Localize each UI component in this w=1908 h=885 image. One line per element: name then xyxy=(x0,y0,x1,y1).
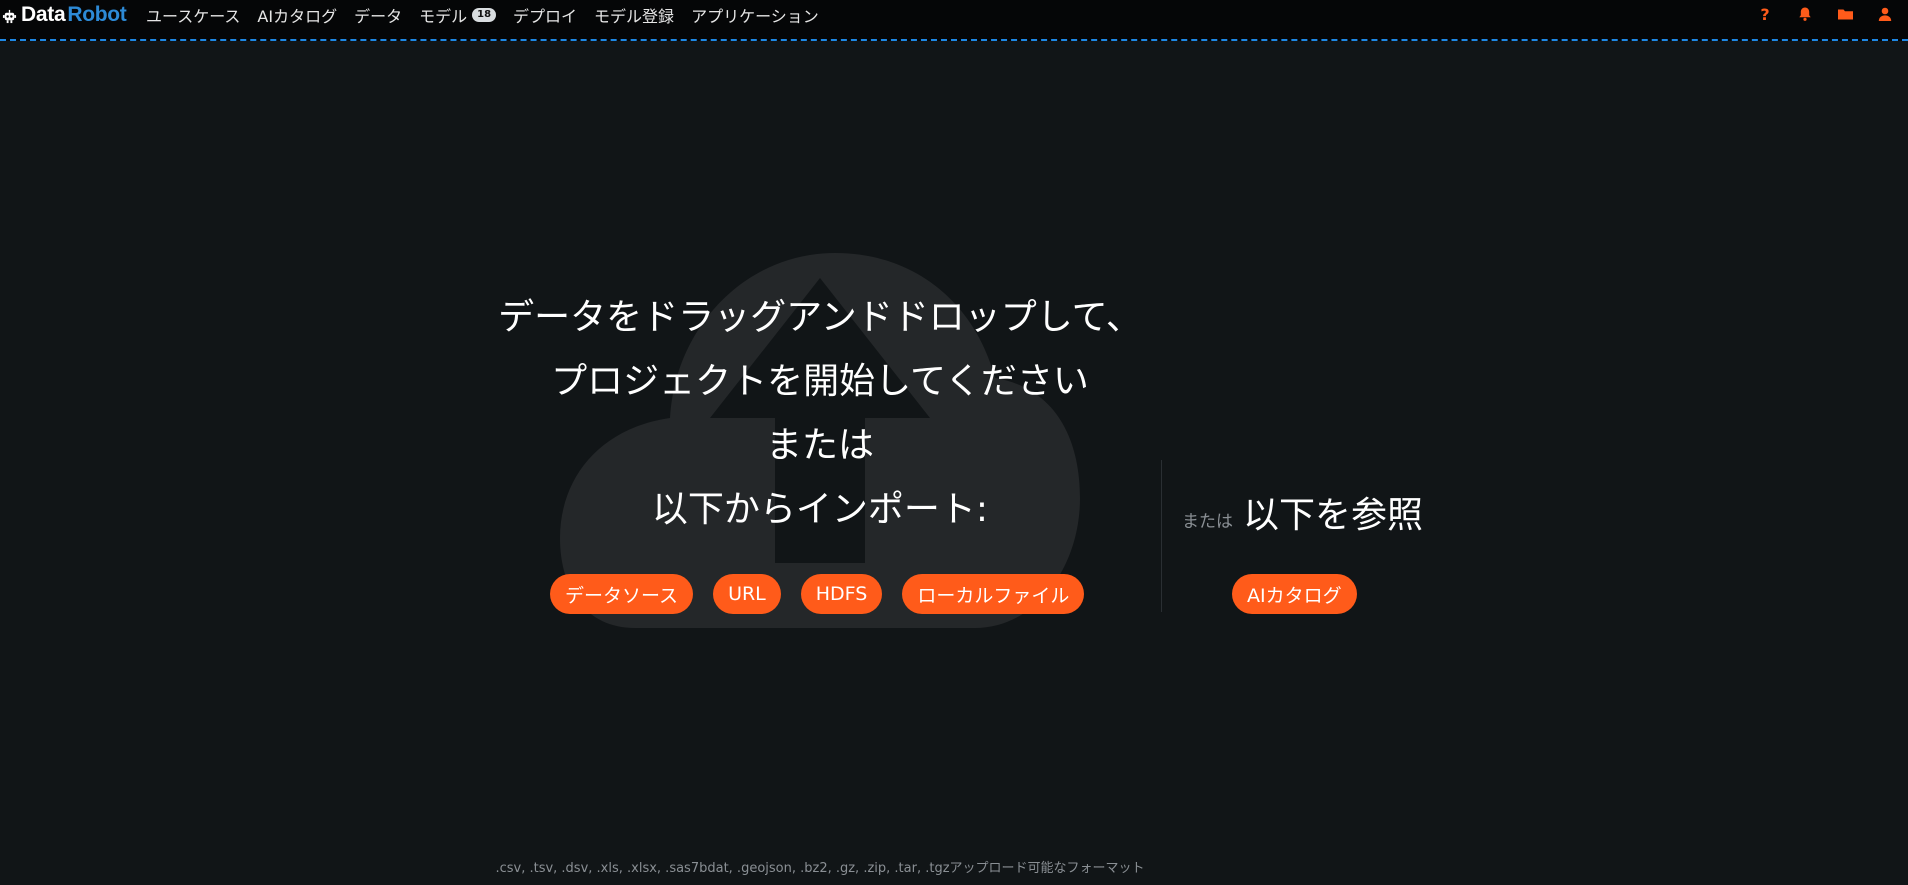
supported-formats-text: .csv, .tsv, .dsv, .xls, .xlsx, .sas7bdat… xyxy=(495,861,1145,876)
nav-label: モデル xyxy=(419,7,468,26)
nav-item-model-registry[interactable]: モデル登録 xyxy=(594,3,674,27)
bell-icon[interactable] xyxy=(1796,5,1814,23)
nav-label: デプロイ xyxy=(513,7,578,26)
url-button[interactable]: URL xyxy=(713,574,781,614)
drop-title-line: プロジェクトを開始してください xyxy=(551,361,1089,402)
models-count-badge: 18 xyxy=(472,8,497,22)
nav-item-applications[interactable]: アプリケーション xyxy=(691,3,819,27)
nav-item-use-cases[interactable]: ユースケース xyxy=(146,3,240,27)
hdfs-button[interactable]: HDFS xyxy=(800,574,883,614)
help-icon[interactable]: ? xyxy=(1756,5,1774,23)
import-from-label: 以下からインポート: xyxy=(651,489,989,530)
section-divider xyxy=(1161,460,1162,612)
nav-item-data[interactable]: データ xyxy=(354,3,402,27)
local-file-button[interactable]: ローカルファイル xyxy=(902,574,1085,614)
robot-icon xyxy=(2,9,17,23)
nav-label: AIカタログ xyxy=(257,7,338,26)
browse-heading: または 以下を参照 xyxy=(1182,486,1423,538)
header-icons: ? xyxy=(1756,5,1894,23)
datarobot-logo[interactable]: Data Robot xyxy=(2,3,127,27)
folder-icon[interactable] xyxy=(1836,5,1854,23)
nav-label: ユースケース xyxy=(146,7,241,26)
user-icon[interactable] xyxy=(1876,5,1894,23)
drop-zone-title: データをドラッグアンドドロップして、 プロジェクトを開始してください または 以… xyxy=(480,286,1160,542)
main-nav: ユースケース AIカタログ データ モデル 18 デプロイ モデル登録 アプリケ… xyxy=(146,0,836,30)
top-navigation-bar: Data Robot ユースケース AIカタログ データ モデル 18 デプロイ … xyxy=(0,0,1908,41)
ai-catalog-button[interactable]: AIカタログ xyxy=(1232,574,1357,614)
nav-item-deployments[interactable]: デプロイ xyxy=(513,3,577,27)
nav-item-ai-catalog[interactable]: AIカタログ xyxy=(257,3,337,27)
svg-text:?: ? xyxy=(1760,6,1769,22)
nav-label: モデル登録 xyxy=(594,7,675,26)
data-source-button[interactable]: データソース xyxy=(550,574,694,614)
nav-label: アプリケーション xyxy=(691,7,819,26)
drop-title-line: データをドラッグアンドドロップして、 xyxy=(498,297,1142,338)
logo-text-robot: Robot xyxy=(67,3,127,26)
browse-or-label: または xyxy=(1182,512,1233,532)
catalog-button-wrap: AIカタログ xyxy=(1232,574,1357,614)
nav-label: データ xyxy=(354,7,403,26)
browse-title: 以下を参照 xyxy=(1243,495,1424,536)
logo-text-data: Data xyxy=(21,3,66,26)
drop-title-or: または xyxy=(765,425,874,466)
import-buttons: データソース URL HDFS ローカルファイル xyxy=(550,574,1085,614)
nav-item-models[interactable]: モデル 18 xyxy=(419,3,497,27)
